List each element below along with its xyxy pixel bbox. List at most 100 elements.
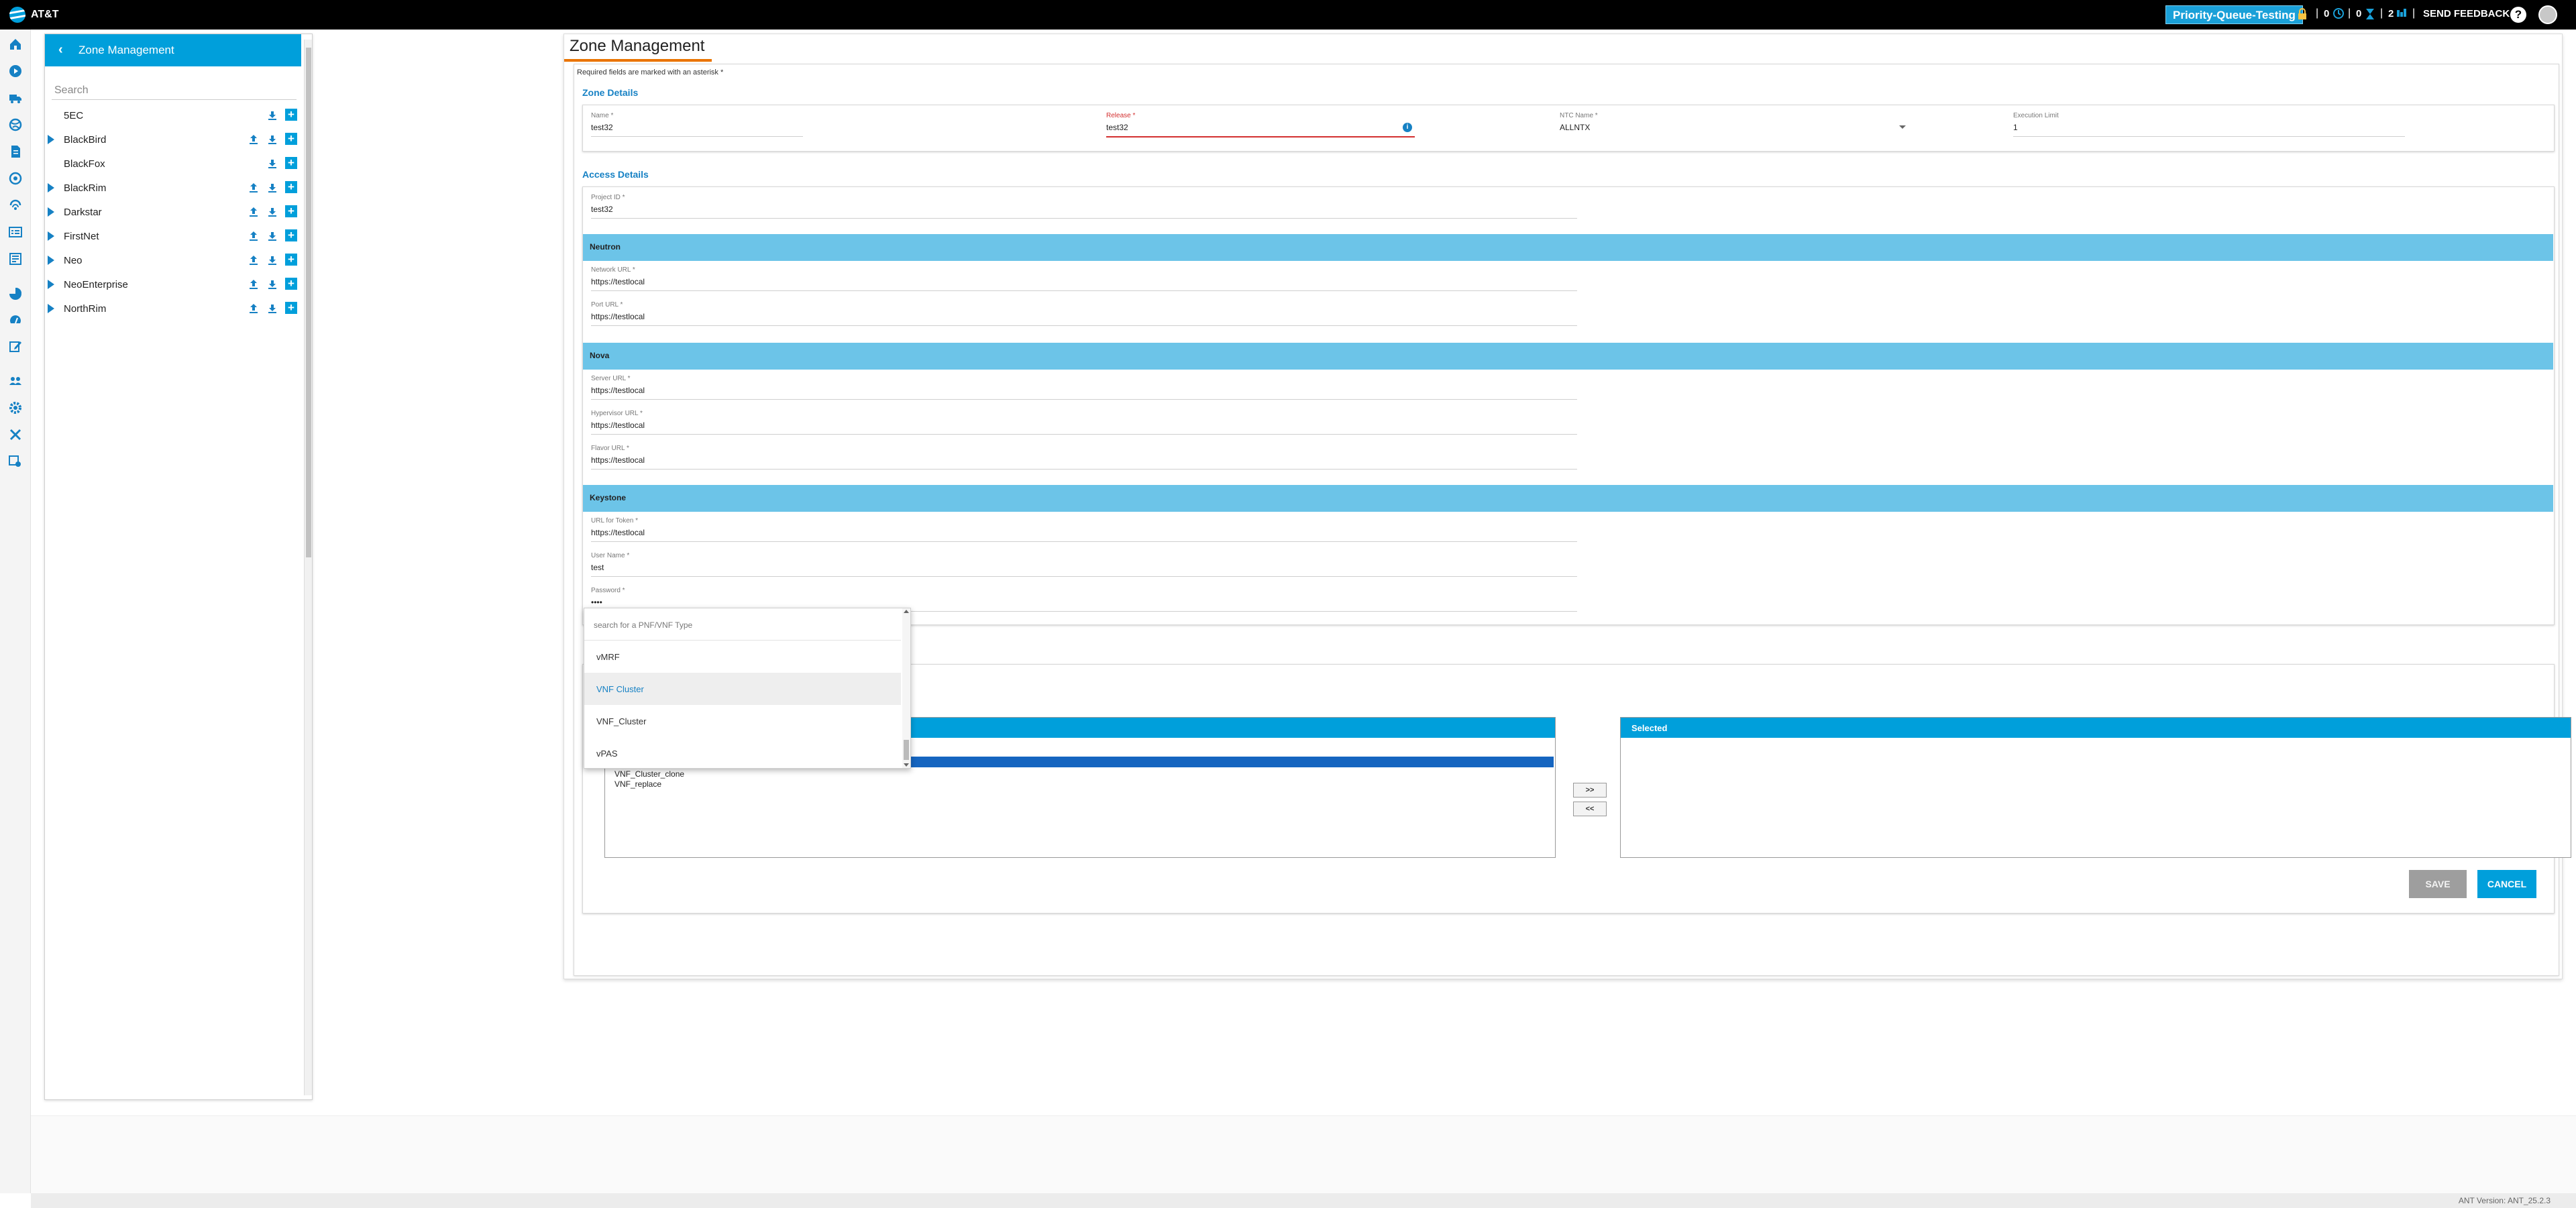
ntc-name-select[interactable]: NTC Name * ALLNTX [1560,112,1909,136]
upload-icon[interactable] [248,278,260,290]
scroll-up-icon[interactable] [904,610,909,613]
download-icon[interactable] [266,109,278,121]
tree-item-label[interactable]: 5EC [64,110,83,121]
add-zone-button[interactable]: + [285,109,297,121]
pie-chart-icon[interactable] [9,287,22,300]
back-icon[interactable]: ‹ [58,42,63,58]
add-zone-button[interactable]: + [285,133,297,145]
dropdown-scroll-thumb[interactable] [904,740,909,760]
expand-caret-icon[interactable] [48,256,54,265]
network-url-value[interactable]: https://testlocal [591,277,1577,291]
download-icon[interactable] [266,254,278,266]
gauge-icon[interactable] [9,314,22,327]
expand-caret-icon[interactable] [48,207,54,217]
upload-icon[interactable] [248,133,260,146]
tree-scrollbar[interactable] [304,40,312,1095]
move-right-button[interactable]: >> [1573,783,1607,798]
tree-item-blackrim[interactable]: BlackRim + [45,176,301,201]
add-zone-button[interactable]: + [285,254,297,266]
dropdown-option[interactable]: vMRF [584,641,901,673]
tree-item-label[interactable]: Darkstar [64,207,102,218]
hourglass-icon[interactable] [2365,8,2375,23]
environment-badge[interactable]: Priority-Queue-Testing [2165,5,2303,24]
tree-item-neo[interactable]: Neo + [45,249,301,273]
flavor-url-field[interactable]: Flavor URL * https://testlocal [591,445,1577,470]
token-url-value[interactable]: https://testlocal [591,528,1577,542]
port-url-field[interactable]: Port URL * https://testlocal [591,301,1577,326]
name-value[interactable]: test32 [591,123,803,137]
name-field[interactable]: Name * test32 [591,112,803,137]
upload-icon[interactable] [248,303,260,315]
add-zone-button[interactable]: + [285,278,297,290]
server-url-value[interactable]: https://testlocal [591,386,1577,400]
project-id-value[interactable]: test32 [591,205,1577,219]
hypervisor-url-value[interactable]: https://testlocal [591,421,1577,435]
list-item[interactable]: VNF_Cluster_clone [614,769,684,779]
settings-icon[interactable] [9,401,22,415]
username-value[interactable]: test [591,563,1577,577]
home-icon[interactable] [9,38,22,51]
download-icon[interactable] [266,303,278,315]
team-icon[interactable] [9,374,22,388]
tree-item-firstnet[interactable]: FirstNet + [45,225,301,249]
upload-icon[interactable] [248,254,260,266]
save-button[interactable]: SAVE [2409,870,2467,898]
scroll-down-icon[interactable] [904,763,909,767]
expand-caret-icon[interactable] [48,135,54,144]
download-icon[interactable] [266,182,278,194]
username-field[interactable]: User Name * test [591,552,1577,577]
tree-item-label[interactable]: NorthRim [64,303,106,315]
tree-item-label[interactable]: FirstNet [64,231,99,242]
document-icon[interactable] [9,145,22,158]
port-url-value[interactable]: https://testlocal [591,312,1577,326]
globe-icon[interactable] [9,118,22,131]
dropdown-search-input[interactable]: search for a PNF/VNF Type [584,608,901,641]
upload-icon[interactable] [248,230,260,242]
release-field[interactable]: Release * test32 i [1106,112,1415,138]
avatar[interactable] [2538,5,2557,24]
dropdown-option-highlighted[interactable]: VNF Cluster [584,673,901,705]
execution-limit-value[interactable]: 1 [2013,123,2405,137]
move-left-button[interactable]: << [1573,802,1607,816]
cancel-button[interactable]: CANCEL [2477,870,2536,898]
satellite-icon[interactable] [9,199,22,212]
flavor-url-value[interactable]: https://testlocal [591,455,1577,470]
tools-icon[interactable] [9,428,22,441]
expand-caret-icon[interactable] [48,304,54,313]
dashboard-icon[interactable] [9,252,22,266]
chevron-down-icon[interactable] [1899,125,1906,129]
add-zone-button[interactable]: + [285,181,297,193]
help-icon[interactable]: ? [2510,7,2526,23]
selected-list[interactable]: Selected [1620,717,2571,858]
add-zone-button[interactable]: + [285,229,297,241]
tree-search-input[interactable] [52,81,297,100]
network-icon[interactable] [9,172,22,185]
dropdown-scrollbar[interactable] [902,608,910,768]
tree-item-5ec[interactable]: 5EC + [45,104,301,128]
download-icon[interactable] [266,278,278,290]
tree-scroll-thumb[interactable] [306,48,311,557]
tree-item-darkstar[interactable]: Darkstar + [45,201,301,225]
token-url-field[interactable]: URL for Token * https://testlocal [591,517,1577,542]
tree-item-label[interactable]: BlackFox [64,158,105,170]
download-icon[interactable] [266,158,278,170]
download-icon[interactable] [266,133,278,146]
tree-item-blackfox[interactable]: BlackFox + [45,152,301,176]
server-list-icon[interactable] [9,225,22,239]
download-icon[interactable] [266,206,278,218]
add-zone-button[interactable]: + [285,157,297,169]
tree-item-label[interactable]: Neo [64,255,83,266]
info-icon[interactable]: i [1403,123,1412,132]
expand-caret-icon[interactable] [48,183,54,193]
upload-icon[interactable] [248,206,260,218]
ntc-value[interactable]: ALLNTX [1560,123,1909,136]
send-feedback-link[interactable]: SEND FEEDBACK [2423,8,2510,19]
play-icon[interactable] [9,64,22,78]
lock-icon[interactable] [2297,8,2308,23]
tree-item-label[interactable]: NeoEnterprise [64,279,128,290]
server-url-field[interactable]: Server URL * https://testlocal [591,375,1577,400]
execution-limit-field[interactable]: Execution Limit 1 [2013,112,2405,137]
add-zone-button[interactable]: + [285,205,297,217]
expand-caret-icon[interactable] [48,231,54,241]
tree-item-label[interactable]: BlackBird [64,134,106,146]
